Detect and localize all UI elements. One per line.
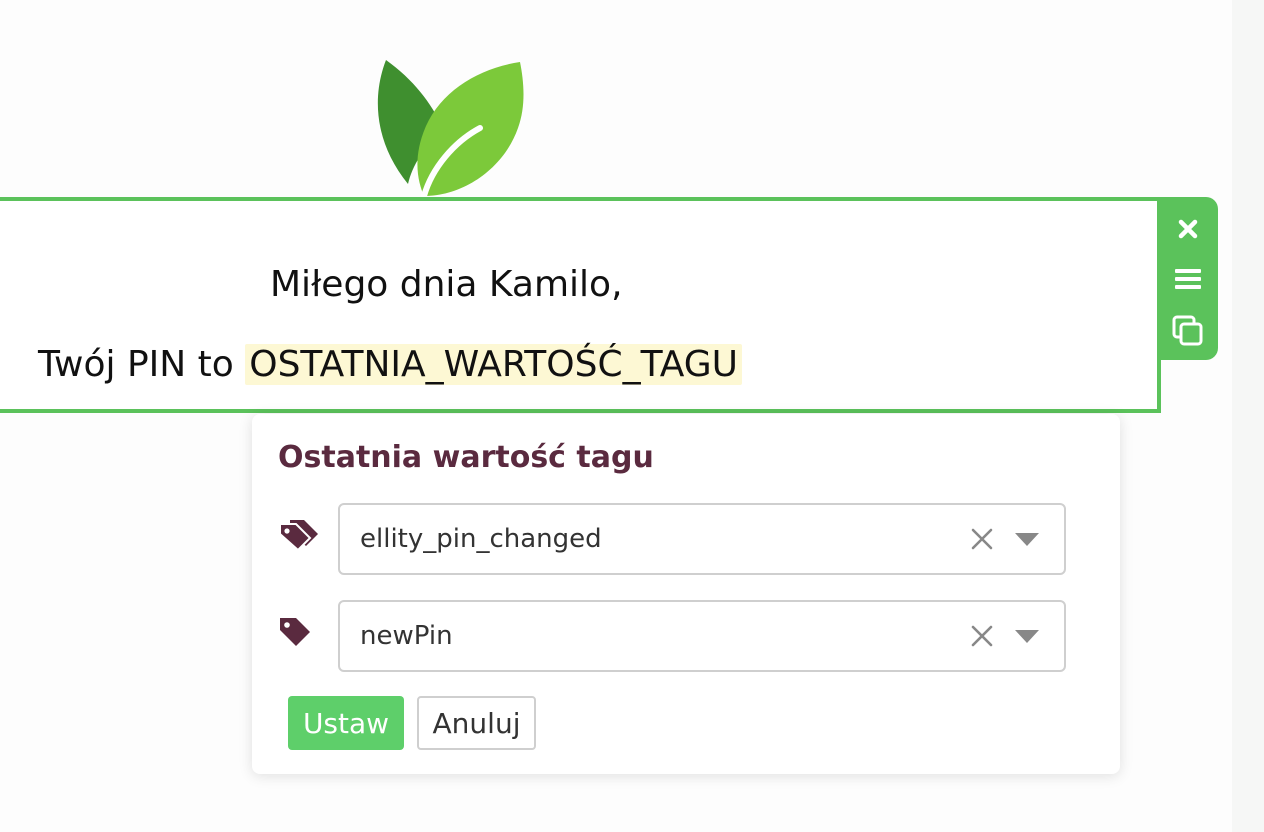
email-editor-canvas: Miłego dnia Kamilo, Twój PIN to OSTATNIA… <box>0 0 1264 832</box>
leaf-logo <box>372 56 532 200</box>
tag-icon <box>278 614 318 654</box>
copy-icon <box>1172 315 1202 346</box>
last-tag-value-popup: Ostatnia wartość tagu ellity_pin_changed <box>252 414 1120 774</box>
clear-selection-icon[interactable] <box>968 622 996 650</box>
tags-icon <box>278 516 318 556</box>
close-icon <box>1178 219 1197 239</box>
tag-group-value: ellity_pin_changed <box>360 524 602 554</box>
delete-block-button[interactable] <box>1157 207 1218 251</box>
hamburger-menu-icon <box>1174 269 1201 289</box>
merge-tag-placeholder[interactable]: OSTATNIA_WARTOŚĆ_TAGU <box>245 344 743 385</box>
tag-group-select[interactable]: ellity_pin_changed <box>338 503 1066 575</box>
block-toolbar <box>1157 197 1218 360</box>
selected-text-block[interactable]: Miłego dnia Kamilo, Twój PIN to OSTATNIA… <box>0 197 1161 413</box>
tag-field-select[interactable]: newPin <box>338 600 1066 672</box>
cancel-button[interactable]: Anuluj <box>417 696 536 750</box>
chevron-down-icon[interactable] <box>1014 531 1040 547</box>
set-button[interactable]: Ustaw <box>288 696 404 750</box>
chevron-down-icon[interactable] <box>1014 628 1040 644</box>
pin-prefix: Twój PIN to <box>38 344 246 385</box>
pin-line: Twój PIN to OSTATNIA_WARTOŚĆ_TAGU <box>38 341 743 389</box>
clear-selection-icon[interactable] <box>968 525 996 553</box>
tag-field-value: newPin <box>360 621 453 651</box>
duplicate-block-button[interactable] <box>1157 309 1218 353</box>
greeting-text: Miłego dnia Kamilo, <box>270 264 623 305</box>
block-menu-button[interactable] <box>1157 257 1218 301</box>
popup-title: Ostatnia wartość tagu <box>278 440 654 475</box>
page-margin <box>1232 0 1264 832</box>
